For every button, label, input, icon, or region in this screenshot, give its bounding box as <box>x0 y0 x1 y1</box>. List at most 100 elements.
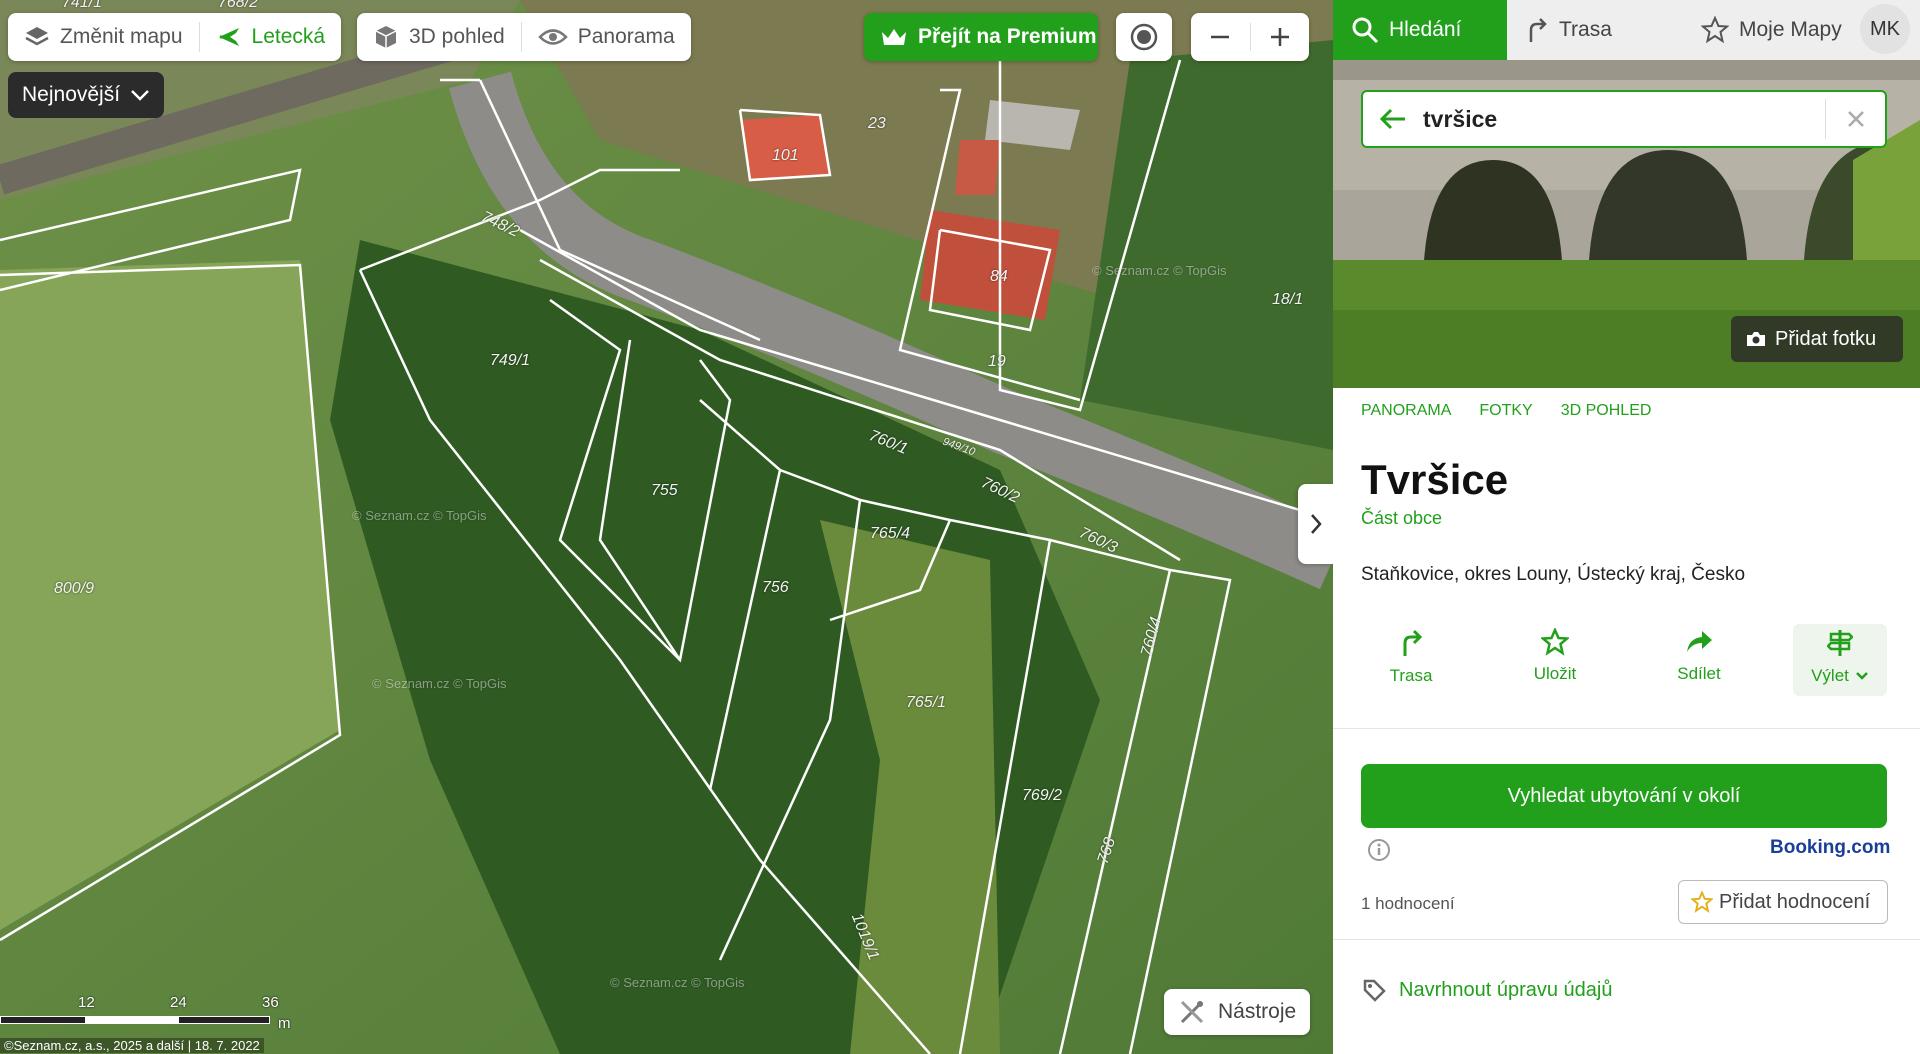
aerial-layer-button[interactable]: Letecká <box>200 13 342 61</box>
tools-label: Nástroje <box>1218 1000 1297 1023</box>
panorama-button[interactable]: Panorama <box>522 13 691 61</box>
change-map-button[interactable]: Změnit mapu <box>8 13 199 61</box>
parcel-label: 19 <box>988 353 1006 370</box>
booking-logo[interactable]: Booking.com <box>1770 837 1890 859</box>
parcel-label: 18/1 <box>1272 291 1304 308</box>
place-detail-panel: Hledání Trasa Moje Mapy MK tvršice Přida… <box>1333 0 1920 1054</box>
parcel-label: 769/2 <box>1022 787 1063 804</box>
parcel-label: 741/1 <box>62 0 103 11</box>
panel-tabs: Hledání Trasa Moje Mapy <box>1333 0 1920 60</box>
premium-button[interactable]: Přejít na Premium <box>864 13 1098 61</box>
crown-icon <box>880 26 908 48</box>
star-outline-icon <box>1691 891 1713 913</box>
scale-label: 36 <box>262 994 279 1011</box>
trip-action-label: Výlet <box>1811 666 1849 685</box>
scale-label: 12 <box>78 994 95 1011</box>
parcel-label: 84 <box>990 268 1008 285</box>
tab-route-label: Trasa <box>1559 18 1612 41</box>
save-action-button[interactable]: Uložit <box>1505 624 1605 700</box>
photos-link[interactable]: FOTKY <box>1479 402 1532 420</box>
suggest-edit-label: Navrhnout úpravu údajů <box>1399 978 1613 1001</box>
zoom-out-button[interactable] <box>1191 13 1250 61</box>
route-arrow-icon <box>1403 629 1423 656</box>
aerial-imagery <box>0 0 1333 1054</box>
trip-action-button[interactable]: Výlet <box>1793 624 1887 696</box>
add-rating-button[interactable]: Přidat hodnocení <box>1678 880 1888 924</box>
parcel-label: 765/1 <box>906 694 947 711</box>
parcel-label: 765/4 <box>870 525 911 542</box>
view-3d-link[interactable]: 3D POHLED <box>1561 402 1652 420</box>
scale-bar-segment <box>178 1016 270 1024</box>
divider <box>1333 939 1920 940</box>
scale-bar-segment <box>86 1016 178 1024</box>
close-icon <box>1847 111 1864 127</box>
tab-route[interactable]: Trasa <box>1507 0 1683 60</box>
panel-collapse-handle[interactable] <box>1298 484 1333 564</box>
add-photo-button[interactable]: Přidat fotku <box>1731 316 1903 362</box>
camera-icon <box>1745 330 1767 348</box>
map-layer-switcher: Změnit mapu Letecká <box>8 13 342 61</box>
panorama-label: Panorama <box>577 25 675 48</box>
location-target-icon <box>1129 22 1159 52</box>
star-icon <box>1701 16 1729 44</box>
tab-my-maps[interactable]: Moje Mapy <box>1683 0 1860 60</box>
aerial-layer-label: Letecká <box>251 25 326 48</box>
zoom-in-button[interactable] <box>1251 13 1310 61</box>
map-copyright[interactable]: ©Seznam.cz, a.s., 2025 a další | 18. 7. … <box>0 1038 264 1053</box>
save-action-label: Uložit <box>1533 664 1577 683</box>
change-map-label: Změnit mapu <box>60 25 183 48</box>
chevron-right-icon <box>1310 514 1322 534</box>
scale-label: 24 <box>170 994 187 1011</box>
view-3d-button[interactable]: 3D pohled <box>357 13 521 61</box>
scale-unit: m <box>278 1015 291 1032</box>
tools-button[interactable]: Nástroje <box>1164 989 1310 1035</box>
star-icon <box>1541 628 1569 656</box>
parcel-label: 756 <box>762 579 789 596</box>
zoom-controls <box>1191 13 1309 61</box>
imagery-date-select[interactable]: Nejnovější <box>8 72 165 118</box>
locate-button[interactable] <box>1116 13 1172 61</box>
panorama-link[interactable]: PANORAMA <box>1361 402 1451 420</box>
rating-count: 1 hodnocení <box>1361 894 1455 913</box>
search-back-button[interactable] <box>1363 107 1423 131</box>
add-rating-label: Přidat hodnocení <box>1719 890 1871 913</box>
premium-label: Přejít na Premium <box>918 25 1097 48</box>
map-scale: 12 24 36 m <box>0 994 300 1032</box>
route-action-button[interactable]: Trasa <box>1361 624 1461 700</box>
avatar[interactable]: MK <box>1860 4 1910 54</box>
scale-bar-segment <box>0 1016 86 1024</box>
map-watermark: © Seznam.cz © TopGis <box>1092 263 1227 278</box>
info-icon[interactable] <box>1367 838 1391 867</box>
minus-icon <box>1211 35 1230 39</box>
edit-tag-icon <box>1363 979 1386 1002</box>
add-photo-label: Přidat fotku <box>1775 327 1877 350</box>
tab-search-label: Hledání <box>1389 18 1462 41</box>
layers-icon <box>24 24 50 50</box>
eye-icon <box>537 26 568 48</box>
place-type-link[interactable]: Část obce <box>1361 508 1442 529</box>
chevron-down-icon <box>130 88 150 102</box>
share-action-label: Sdílet <box>1677 664 1721 683</box>
plus-icon <box>1270 28 1289 46</box>
parcel-label: 23 <box>868 115 886 132</box>
place-actions: Trasa Uložit Sdílet Výlet <box>1361 624 1887 700</box>
parcel-label: 101 <box>772 147 799 164</box>
tab-search[interactable]: Hledání <box>1333 0 1507 60</box>
parcel-label: 755 <box>651 482 678 499</box>
route-arrow-icon <box>1525 16 1549 44</box>
search-clear-button[interactable] <box>1825 99 1885 139</box>
place-address: Staňkovice, okres Louny, Ústecký kraj, Č… <box>1361 564 1746 585</box>
map-canvas[interactable]: 741/1 768/2 101 23 84 19 18/1 748/2 749/… <box>0 0 1333 1054</box>
tab-my-maps-label: Moje Mapy <box>1739 18 1842 41</box>
share-arrow-icon <box>1687 631 1712 652</box>
divider <box>1333 728 1920 729</box>
search-icon <box>1351 16 1379 44</box>
search-accommodation-button[interactable]: Vyhledat ubytování v okolí <box>1361 764 1887 828</box>
cube-icon <box>373 24 399 50</box>
parcel-label: 768/2 <box>218 0 259 11</box>
suggest-edit-link[interactable]: Navrhnout úpravu údajů <box>1361 977 1612 1003</box>
search-bar: tvršice <box>1361 90 1887 148</box>
search-input[interactable]: tvršice <box>1423 106 1825 133</box>
map-watermark: © Seznam.cz © TopGis <box>352 508 487 523</box>
share-action-button[interactable]: Sdílet <box>1649 624 1749 700</box>
